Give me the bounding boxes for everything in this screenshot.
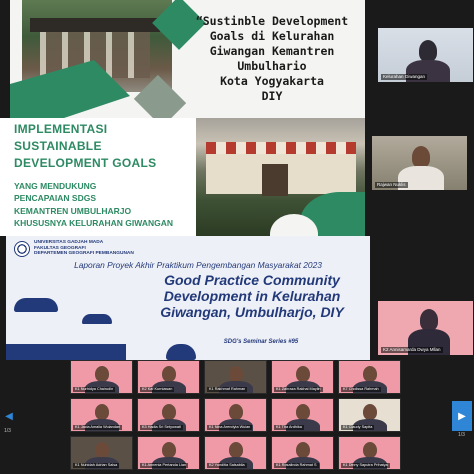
participant-head — [363, 366, 377, 382]
participant-name: K3 Hadia Sri Setyowati — [140, 425, 183, 430]
shared-slide-report: UNIVERSITAS GADJAH MADA FAKULTAS GEOGRAF… — [6, 236, 370, 360]
participant-name: K1 Nurhidya Chairudin — [73, 387, 116, 392]
participant-name: K1 Jacia Amalia Wulandari — [73, 425, 123, 430]
participant-name: K1 Rosalinda Rahmat S — [274, 463, 319, 468]
participant-head — [229, 366, 243, 382]
shared-slide-sdg: IMPLEMENTASI SUSTAINABLE DEVELOPMENT GOA… — [0, 118, 365, 236]
participant-head — [162, 404, 176, 420]
participant-head — [95, 366, 109, 382]
gallery-page-indicator-right: 1/3 — [458, 432, 465, 438]
gallery-next-button[interactable]: ▶ — [452, 401, 472, 431]
participant-tile[interactable]: K2 Kaf Kurniawan — [137, 360, 200, 394]
participant-name: K1 Zahraza Rakhal Maylin — [274, 387, 323, 392]
participant-name: K1 Annenia Pertanda Lian — [140, 463, 189, 468]
gallery-page-indicator-left: 1/3 — [4, 428, 11, 434]
participant-name: K1 Claudy Sapita — [341, 425, 375, 430]
participant-tile[interactable]: K2 Yunditia Salsabila — [204, 436, 267, 470]
participant-head — [162, 442, 176, 458]
participant-tile[interactable]: K1 Nuhidah Adrian Salsa — [70, 436, 133, 470]
participant-tile[interactable]: K2 Annisamarda Dwya Mllan — [378, 301, 473, 355]
participant-name: K1 Rakhmaf Rahman — [207, 387, 248, 392]
participant-gallery: K1 Nurhidya Chairudin K2 Kaf Kurniawan K… — [70, 360, 410, 474]
participant-head — [296, 404, 310, 420]
participant-head — [162, 366, 176, 382]
participant-name: K1 Nina Arendyta Wulan — [207, 425, 253, 430]
participant-tile[interactable]: K3 Hadia Sri Setyowati — [137, 398, 200, 432]
participant-head — [95, 442, 109, 458]
chevron-left-icon: ◀ — [5, 410, 13, 422]
university-seal-icon — [14, 241, 30, 257]
participant-name: K2 Annisamarda Dwya Mllan — [381, 347, 443, 353]
report-caption: Laporan Proyek Akhir Praktikum Pengemban… — [74, 260, 322, 270]
participant-name: K7 Cholissa Rahmah — [341, 387, 381, 392]
participant-head — [229, 442, 243, 458]
participant-head — [363, 442, 377, 458]
participant-tile[interactable]: K1 Zahraza Rakhal Maylin — [271, 360, 334, 394]
participant-tile[interactable]: K1 Annenia Pertanda Lian — [137, 436, 200, 470]
participant-tile[interactable]: Rajwan Nuklis — [372, 136, 467, 190]
participant-tile[interactable]: K1 Dinny Saputra Prihatya — [338, 436, 401, 470]
participant-tile[interactable]: K1 Jacia Amalia Wulandari — [70, 398, 133, 432]
participant-tile[interactable]: K1 Rosalinda Rahmat S — [271, 436, 334, 470]
cloud-shape — [14, 298, 58, 312]
office-door — [262, 164, 288, 196]
participant-head — [412, 146, 430, 168]
participant-name: Rajwan Nuklis — [375, 182, 408, 188]
building-roof — [30, 18, 160, 32]
participant-tile[interactable]: Kelurahan Giwangan — [378, 28, 473, 82]
participant-head — [95, 404, 109, 420]
slide-heading: IMPLEMENTASI SUSTAINABLE DEVELOPMENT GOA… — [14, 122, 157, 170]
cloud-shape — [166, 344, 196, 360]
slide-title-text: “Sustinble Development Goals di Keluraha… — [195, 14, 349, 103]
participant-name: K2 Kaf Kurniawan — [140, 387, 175, 392]
striped-awning — [206, 142, 356, 154]
video-meeting-window: “Sustinble Development Goals di Keluraha… — [0, 0, 474, 474]
institution-name: UNIVERSITAS GADJAH MADA FAKULTAS GEOGRAF… — [34, 240, 134, 257]
participant-tile[interactable]: K1 Nina Arendyta Wulan — [204, 398, 267, 432]
participant-tile[interactable]: K1 Rakhmaf Rahman — [204, 360, 267, 394]
participant-tile[interactable]: K7 Cholissa Rahmah — [338, 360, 401, 394]
participant-head — [363, 404, 377, 420]
slide-subheading: YANG MENDUKUNG PENCAPAIAN SDGS KEMANTREN… — [14, 181, 173, 229]
cloud-shape — [82, 314, 112, 324]
gallery-prev-button[interactable]: ◀ — [2, 402, 16, 430]
participant-tile[interactable]: K1 Nurhidya Chairudin — [70, 360, 133, 394]
participant-tile[interactable]: K1 Claudy Sapita — [338, 398, 401, 432]
participant-head — [296, 442, 310, 458]
participant-name: K1 Tha Ardhika — [274, 425, 304, 430]
report-title: Good Practice Community Development in K… — [160, 272, 344, 321]
participant-head — [419, 40, 437, 62]
skyline-shape — [6, 344, 126, 360]
chevron-right-icon: ▶ — [458, 410, 466, 422]
participant-head — [296, 366, 310, 382]
participant-tile[interactable]: K1 Tha Ardhika — [271, 398, 334, 432]
participant-head — [420, 309, 438, 331]
participant-name: K1 Dinny Saputra Prihatya — [341, 463, 390, 468]
participant-name: K2 Yunditia Salsabila — [207, 463, 247, 468]
participant-head — [229, 404, 243, 420]
participant-name: K1 Nuhidah Adrian Salsa — [73, 463, 120, 468]
participant-name: Kelurahan Giwangan — [381, 74, 428, 80]
shared-slide-title: “Sustinble Development Goals di Keluraha… — [10, 0, 365, 118]
